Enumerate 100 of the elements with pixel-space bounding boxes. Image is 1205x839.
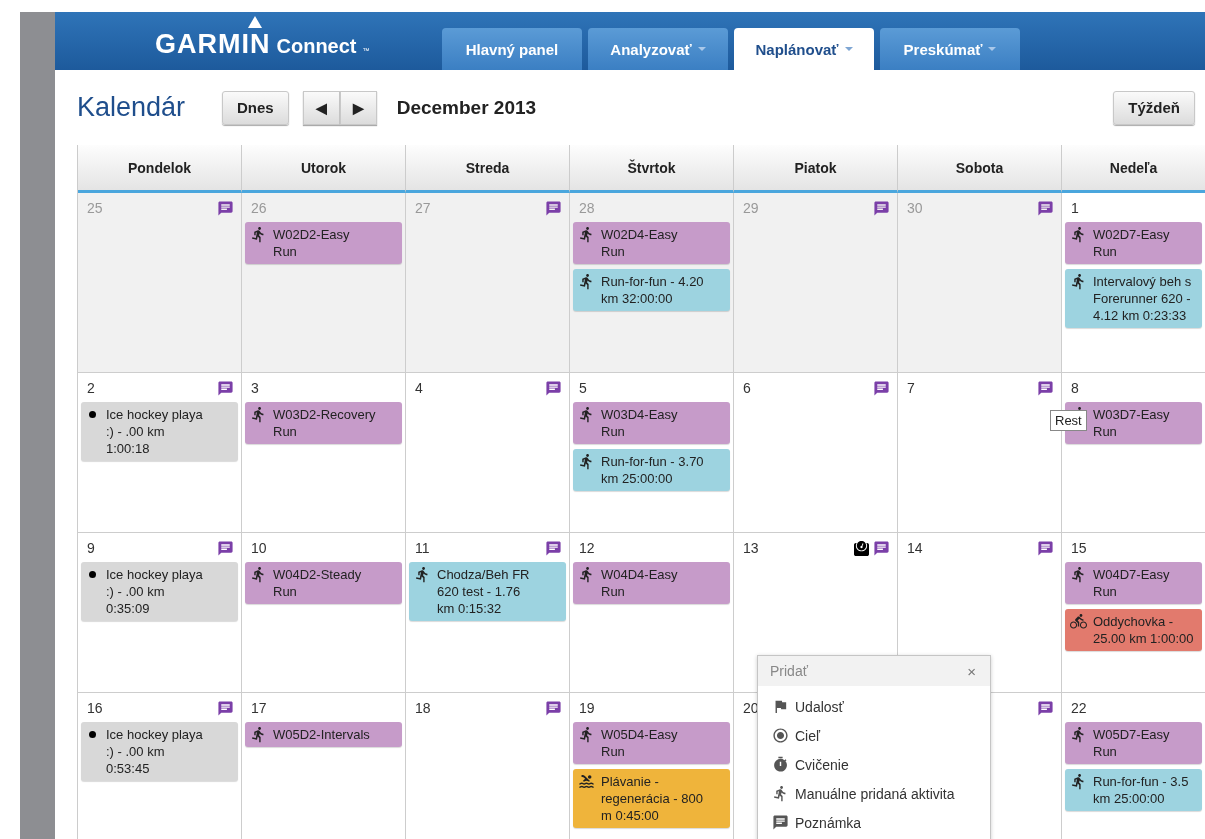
- next-button[interactable]: ▶: [339, 90, 377, 125]
- calendar-event[interactable]: Run-for-fun - 3.70 km 25:00:00: [573, 449, 730, 491]
- note-icon[interactable]: [545, 379, 562, 397]
- target-icon: [772, 727, 789, 744]
- period-label: December 2013: [396, 96, 538, 119]
- calendar-event[interactable]: W05D4-Easy Run: [573, 722, 730, 764]
- calendar-event[interactable]: Chodza/Beh FR 620 test - 1.76 km 0:15:32: [409, 562, 566, 621]
- weekday-header: Streda: [406, 145, 570, 193]
- day-number: 7: [907, 380, 916, 396]
- today-button[interactable]: Dnes: [222, 90, 289, 125]
- note-icon[interactable]: [1037, 199, 1054, 217]
- menu-item[interactable]: Cieľ: [758, 721, 990, 750]
- day-number: 12: [579, 540, 596, 556]
- day-number: 13: [743, 540, 760, 556]
- day-cell[interactable]: 16 Ice hockey playa :) - .00 km 0:53:45: [78, 693, 242, 839]
- note-icon: [772, 814, 789, 831]
- weekday-header: Piatok: [734, 145, 898, 193]
- nav-tab[interactable]: Hlavný panel: [442, 28, 582, 70]
- nav-tab[interactable]: Preskúmať: [880, 28, 1020, 70]
- note-icon[interactable]: [873, 199, 890, 217]
- note-icon[interactable]: [545, 699, 562, 717]
- calendar-event[interactable]: Plávanie - regenerácia - 800 m 0:45:00: [573, 769, 730, 828]
- tooltip: Rest: [1050, 410, 1087, 431]
- stopwatch-icon: [772, 756, 789, 773]
- calendar-event[interactable]: Oddychovka - 25.00 km 1:00:00: [1065, 609, 1202, 651]
- calendar-event[interactable]: W02D4-Easy Run: [573, 222, 730, 264]
- day-cell[interactable]: 4: [406, 373, 570, 533]
- day-number: 25: [87, 200, 104, 216]
- bullet-icon: [89, 411, 96, 418]
- day-cell[interactable]: 17 W05D2-Intervals: [242, 693, 406, 839]
- day-cell[interactable]: 9 Ice hockey playa :) - .00 km 0:35:09: [78, 533, 242, 693]
- previous-button[interactable]: ◀: [302, 90, 340, 125]
- calendar-event[interactable]: Ice hockey playa :) - .00 km 0:35:09: [81, 562, 238, 621]
- calendar-event[interactable]: W04D2-Steady Run: [245, 562, 402, 604]
- day-cell[interactable]: 5 W03D4-Easy Run Run-for-fun - 3.70 km 25:00:00: [570, 373, 734, 533]
- calendar-event[interactable]: W04D7-Easy Run: [1065, 562, 1202, 604]
- note-icon[interactable]: [217, 699, 234, 717]
- note-icon[interactable]: [217, 199, 234, 217]
- nav-tab[interactable]: Naplánovať: [734, 28, 874, 70]
- day-cell[interactable]: 2 Ice hockey playa :) - .00 km 1:00:18: [78, 373, 242, 533]
- day-cell[interactable]: 28 W02D4-Easy Run Run-for-fun - 4.20 km 32:00:00: [570, 193, 734, 373]
- calendar-event[interactable]: W02D7-Easy Run: [1065, 222, 1202, 264]
- note-icon[interactable]: [873, 379, 890, 397]
- day-number: 5: [579, 380, 588, 396]
- day-cell[interactable]: 19 W05D4-Easy Run Plávanie - regenerácia - 800 m 0:45:00: [570, 693, 734, 839]
- day-number: 19: [579, 700, 596, 716]
- day-number: 30: [907, 200, 924, 216]
- weekday-header: Sobota: [898, 145, 1062, 193]
- bullet-icon: [89, 731, 96, 738]
- weekday-header: Nedeľa: [1062, 145, 1205, 193]
- calendar-event[interactable]: Run-for-fun - 4.20 km 32:00:00: [573, 269, 730, 311]
- bicycle-icon: [1070, 613, 1087, 630]
- day-cell[interactable]: 6: [734, 373, 898, 533]
- note-icon[interactable]: [217, 379, 234, 397]
- day-number: 14: [907, 540, 924, 556]
- day-number: 22: [1071, 700, 1088, 716]
- note-icon[interactable]: [1037, 539, 1054, 557]
- week-view-button[interactable]: Týždeň: [1113, 90, 1195, 125]
- menu-item[interactable]: Poznámka: [758, 808, 990, 837]
- note-icon[interactable]: [217, 539, 234, 557]
- day-number: 1: [1071, 200, 1080, 216]
- calendar-event[interactable]: W05D2-Intervals: [245, 722, 402, 747]
- day-number: 4: [415, 380, 424, 396]
- calendar-event[interactable]: W02D2-Easy Run: [245, 222, 402, 264]
- day-number: 27: [415, 200, 432, 216]
- popup-title: Pridať: [770, 663, 808, 679]
- day-number: 11: [415, 540, 431, 556]
- calendar-event[interactable]: Ice hockey playa :) - .00 km 0:53:45: [81, 722, 238, 781]
- note-icon[interactable]: [1037, 379, 1054, 397]
- note-icon[interactable]: [1037, 699, 1054, 717]
- day-number: 3: [251, 380, 260, 396]
- note-icon[interactable]: [545, 199, 562, 217]
- menu-item[interactable]: Cvičenie: [758, 750, 990, 779]
- nav-tab[interactable]: Analyzovať: [588, 28, 728, 70]
- day-cell[interactable]: 11 Chodza/Beh FR 620 test - 1.76 km 0:15:32: [406, 533, 570, 693]
- day-cell[interactable]: 3 W03D2-Recovery Run: [242, 373, 406, 533]
- day-number: 29: [743, 200, 760, 216]
- close-button[interactable]: ×: [967, 662, 976, 680]
- calendar-event[interactable]: W03D4-Easy Run: [573, 402, 730, 444]
- day-cell[interactable]: 10 W04D2-Steady Run: [242, 533, 406, 693]
- calendar-event[interactable]: W04D4-Easy Run: [573, 562, 730, 604]
- note-icon[interactable]: [545, 539, 562, 557]
- swimmer-icon: [578, 773, 595, 790]
- menu-item[interactable]: Manuálne pridaná aktivita: [758, 779, 990, 808]
- calendar-event[interactable]: W03D2-Recovery Run: [245, 402, 402, 444]
- day-cell[interactable]: 26 W02D2-Easy Run: [242, 193, 406, 373]
- menu-item[interactable]: Udalosť: [758, 692, 990, 721]
- logo-product: Connect: [276, 35, 357, 58]
- day-number: 28: [579, 200, 596, 216]
- day-number: 26: [251, 200, 268, 216]
- day-number: 18: [415, 700, 432, 716]
- day-number: 16: [87, 700, 104, 716]
- note-icon[interactable]: [873, 539, 890, 557]
- calendar-event[interactable]: Run-for-fun - 3.5 km 25:00:00: [1065, 769, 1202, 811]
- day-cell[interactable]: 12 W04D4-Easy Run: [570, 533, 734, 693]
- day-number: 6: [743, 380, 752, 396]
- calendar-event[interactable]: Intervalový beh s Forerunner 620 - 4.12 km 0:23:33: [1065, 269, 1202, 328]
- calendar-event[interactable]: Ice hockey playa :) - .00 km 1:00:18: [81, 402, 238, 461]
- calendar-event[interactable]: W05D7-Easy Run: [1065, 722, 1202, 764]
- day-number: 15: [1071, 540, 1088, 556]
